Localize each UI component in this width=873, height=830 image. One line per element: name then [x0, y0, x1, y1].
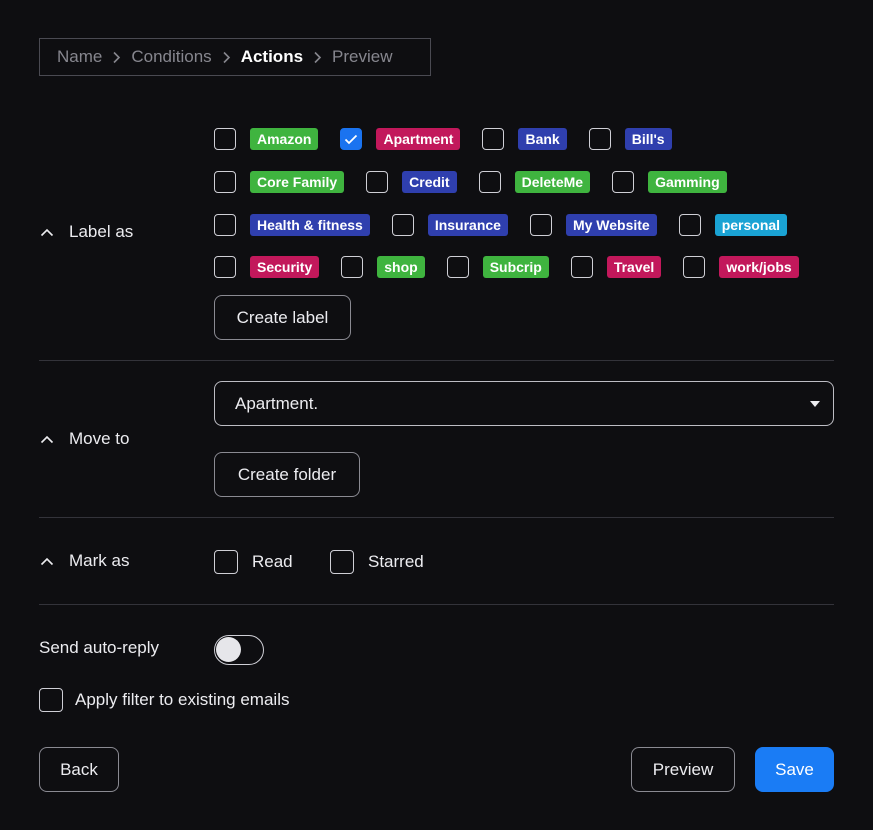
label-option[interactable]: Gamming: [612, 171, 727, 193]
chevron-right-icon: [313, 51, 322, 64]
label-tag: Insurance: [427, 214, 508, 236]
save-button[interactable]: Save: [755, 747, 834, 792]
label-option[interactable]: Subcrip: [446, 256, 549, 278]
section-toggle-label-as[interactable]: Label as: [40, 222, 133, 242]
label-tag: Gamming: [648, 171, 727, 193]
breadcrumb: Name Conditions Actions Preview: [39, 38, 431, 76]
move-to-folder-select[interactable]: Apartment.: [214, 381, 834, 426]
divider: [39, 360, 834, 361]
chevron-right-icon: [112, 51, 121, 64]
apply-existing-label: Apply filter to existing emails: [75, 690, 290, 709]
label-option[interactable]: DeleteMe: [478, 171, 591, 193]
label-option[interactable]: Amazon: [214, 128, 319, 150]
label-tag: shop: [377, 256, 425, 278]
label-row: Core Family Credit DeleteMe Gamming: [214, 169, 749, 195]
label-option[interactable]: Bill's: [588, 128, 672, 150]
label-checkbox[interactable]: [612, 171, 635, 193]
label-option[interactable]: work/jobs: [683, 256, 799, 278]
preview-button[interactable]: Preview: [631, 747, 735, 792]
label-checkbox[interactable]: [678, 214, 701, 236]
label-checkbox[interactable]: [570, 256, 593, 278]
label-option[interactable]: personal: [678, 214, 788, 236]
label-tag: Apartment: [376, 128, 461, 150]
label-option[interactable]: My Website: [529, 214, 657, 236]
divider: [39, 517, 834, 518]
label-checkbox[interactable]: [478, 171, 501, 193]
chevron-up-icon: [40, 557, 54, 565]
label-checkbox[interactable]: [214, 256, 236, 278]
mark-read-checkbox[interactable]: [214, 550, 238, 574]
label-checkbox[interactable]: [446, 256, 469, 278]
chevron-up-icon: [40, 228, 54, 236]
label-checkbox[interactable]: [214, 171, 236, 193]
breadcrumb-step-preview[interactable]: Preview: [332, 47, 392, 67]
mark-starred-checkbox[interactable]: [330, 550, 354, 574]
label-tag: Credit: [402, 171, 457, 193]
label-row: Health & fitness Insurance My Website perso…: [214, 212, 809, 238]
auto-reply-label: Send auto-reply: [39, 638, 160, 657]
toggle-knob: [216, 637, 241, 662]
breadcrumb-step-name[interactable]: Name: [57, 47, 102, 67]
label-tag: Security: [250, 256, 320, 278]
section-title-label-as: Label as: [69, 222, 134, 241]
label-checkbox[interactable]: [529, 214, 552, 236]
label-tag: My Website: [565, 214, 657, 236]
apply-existing-option[interactable]: Apply filter to existing emails: [39, 688, 289, 712]
label-tag: Core Family: [250, 171, 345, 193]
label-option[interactable]: Health & fitness: [214, 214, 370, 236]
label-tag: work/jobs: [719, 256, 799, 278]
label-checkbox[interactable]: [366, 171, 389, 193]
back-button[interactable]: Back: [39, 747, 119, 792]
breadcrumb-step-actions[interactable]: Actions: [241, 47, 303, 67]
section-title-move-to: Move to: [69, 429, 130, 448]
caret-down-icon: [810, 400, 820, 407]
label-tag: Travel: [606, 256, 662, 278]
label-tag: Subcrip: [482, 256, 549, 278]
label-tag: Amazon: [250, 128, 319, 150]
label-option[interactable]: Insurance: [391, 214, 508, 236]
section-toggle-move-to[interactable]: Move to: [40, 429, 129, 449]
label-option[interactable]: shop: [341, 256, 425, 278]
label-row: Amazon Apartment Bank Bill's: [214, 126, 694, 152]
divider: [39, 604, 834, 605]
label-option[interactable]: Security: [214, 256, 320, 278]
label-checkbox[interactable]: [214, 214, 236, 236]
section-toggle-mark-as[interactable]: Mark as: [40, 551, 129, 571]
label-checkbox[interactable]: [588, 128, 611, 150]
label-tag: Health & fitness: [250, 214, 370, 236]
label-tag: personal: [714, 214, 788, 236]
section-title-mark-as: Mark as: [69, 551, 130, 570]
apply-existing-checkbox[interactable]: [39, 688, 63, 712]
auto-reply-toggle[interactable]: [214, 635, 264, 665]
label-option[interactable]: Bank: [482, 128, 567, 150]
mark-read-label: Read: [252, 552, 293, 571]
label-option[interactable]: Apartment: [340, 128, 461, 150]
label-row: Security shop Subcrip Travel work/jobs: [214, 254, 821, 280]
breadcrumb-step-conditions[interactable]: Conditions: [131, 47, 211, 67]
create-label-button[interactable]: Create label: [214, 295, 351, 340]
label-checkbox[interactable]: [391, 214, 414, 236]
label-checkbox[interactable]: [341, 256, 364, 278]
label-tag: Bank: [518, 128, 567, 150]
check-icon: [345, 134, 358, 144]
chevron-right-icon: [222, 51, 231, 64]
mark-as-read-option[interactable]: Read: [214, 550, 293, 574]
chevron-up-icon: [40, 435, 54, 443]
label-tag: Bill's: [624, 128, 672, 150]
label-checkbox[interactable]: [482, 128, 505, 150]
label-option[interactable]: Travel: [570, 256, 662, 278]
label-checkbox[interactable]: [214, 128, 236, 150]
label-option[interactable]: Core Family: [214, 171, 345, 193]
label-checkbox[interactable]: [683, 256, 706, 278]
create-folder-button[interactable]: Create folder: [214, 452, 360, 497]
label-tag: DeleteMe: [514, 171, 591, 193]
mark-as-starred-option[interactable]: Starred: [330, 550, 424, 574]
mark-starred-label: Starred: [368, 552, 424, 571]
move-to-selected-value: Apartment.: [235, 393, 319, 413]
label-option[interactable]: Credit: [366, 171, 457, 193]
label-checkbox[interactable]: [340, 128, 363, 150]
